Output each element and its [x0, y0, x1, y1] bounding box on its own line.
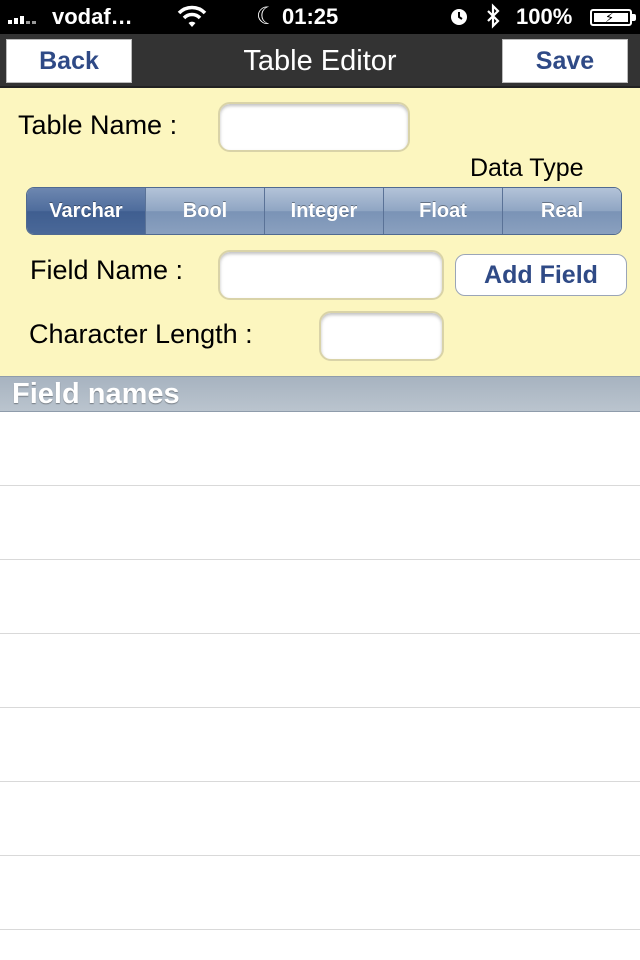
segment-bool[interactable]: Bool	[145, 188, 264, 234]
table-row[interactable]	[0, 560, 640, 634]
alarm-icon	[448, 0, 470, 34]
field-names-section-header: Field names	[0, 376, 640, 412]
table-row[interactable]	[0, 782, 640, 856]
save-button[interactable]: Save	[502, 39, 628, 83]
table-name-label: Table Name :	[18, 110, 178, 140]
field-name-input[interactable]	[218, 250, 444, 300]
table-row[interactable]	[0, 708, 640, 782]
character-length-input[interactable]	[319, 311, 444, 361]
signal-icon	[8, 12, 36, 24]
segment-float[interactable]: Float	[383, 188, 502, 234]
segment-integer[interactable]: Integer	[264, 188, 383, 234]
page-title: Table Editor	[243, 45, 397, 77]
segment-varchar[interactable]: Varchar	[27, 188, 145, 234]
data-type-segmented-control: Varchar Bool Integer Float Real	[26, 187, 622, 235]
add-field-button[interactable]: Add Field	[455, 254, 627, 296]
character-length-label: Character Length :	[29, 319, 253, 349]
battery-percentage: 100%	[516, 4, 573, 29]
table-row[interactable]	[0, 412, 640, 486]
table-form: Table Name : Data Type Varchar Bool Inte…	[0, 88, 640, 376]
back-button[interactable]: Back	[6, 39, 132, 83]
table-name-input[interactable]	[218, 102, 410, 152]
bluetooth-icon	[484, 0, 502, 34]
table-row[interactable]	[0, 634, 640, 708]
status-bar: vodaf… ☾ 01:25 100% ⚡	[0, 0, 640, 34]
segment-real[interactable]: Real	[502, 188, 621, 234]
field-name-label: Field Name :	[30, 255, 184, 285]
wifi-icon	[176, 0, 208, 34]
carrier-name: vodaf…	[52, 4, 133, 29]
data-type-label: Data Type	[470, 154, 584, 182]
status-time: 01:25	[282, 4, 339, 29]
moon-icon: ☾	[256, 3, 278, 30]
field-names-table[interactable]	[0, 412, 640, 960]
table-row[interactable]	[0, 856, 640, 930]
table-row[interactable]	[0, 486, 640, 560]
navigation-bar: Back Table Editor Save	[0, 34, 640, 88]
battery-icon: ⚡	[590, 9, 636, 26]
